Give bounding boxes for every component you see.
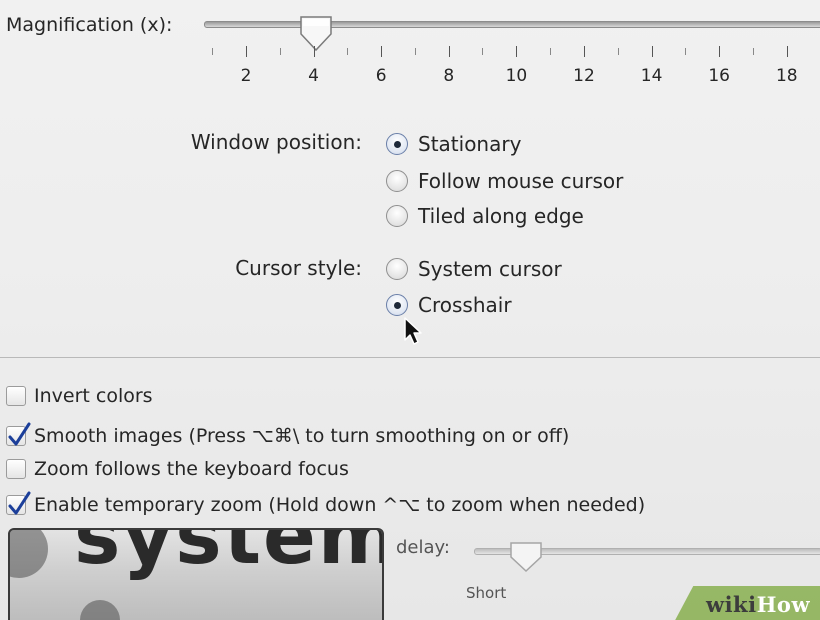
magnification-tick-label: 16 xyxy=(708,66,730,86)
arrow-pointer-icon xyxy=(404,317,422,345)
magnification-minor-tick xyxy=(617,48,619,55)
magnification-slider-thumb[interactable] xyxy=(298,14,334,54)
magnification-major-tick xyxy=(719,46,721,57)
radio-follow-mouse-cursor[interactable]: Follow mouse cursor xyxy=(386,166,623,196)
magnification-tick-label: 14 xyxy=(640,66,663,86)
radio-button-selected[interactable] xyxy=(386,294,408,316)
magnification-tick-label: 12 xyxy=(573,66,595,86)
wikihow-watermark: wikiHow xyxy=(706,592,810,617)
zoom-preview-pane: system xyxy=(8,528,384,620)
checkbox-enable-temporary-zoom[interactable]: Enable temporary zoom (Hold down ^⌥ to z… xyxy=(6,491,645,519)
magnification-tick-label: 6 xyxy=(375,66,387,86)
radio-label-stationary: Stationary xyxy=(418,132,522,156)
section-divider xyxy=(0,357,820,358)
magnification-major-tick xyxy=(246,46,247,57)
universal-access-zoom-options: ⠀ Magnification (x): 2 4 6 8 10 12 14 16 18 Wind… xyxy=(0,0,820,620)
radio-dot-icon xyxy=(394,141,401,148)
radio-button[interactable] xyxy=(386,170,408,192)
delay-label: delay: xyxy=(396,537,450,558)
magnification-tick-label: 18 xyxy=(775,66,798,86)
radio-label-follow-mouse-cursor: Follow mouse cursor xyxy=(418,169,624,193)
checkbox-zoom-follows-keyboard-focus[interactable]: Zoom follows the keyboard focus xyxy=(6,455,349,483)
magnification-major-tick xyxy=(516,46,518,57)
preview-blur-shape xyxy=(80,600,120,620)
magnification-major-tick xyxy=(584,46,585,57)
radio-button[interactable] xyxy=(386,205,408,227)
magnification-major-tick xyxy=(313,46,315,57)
checkbox-label-enable-temporary-zoom: Enable temporary zoom (Hold down ^⌥ to z… xyxy=(34,494,646,516)
preview-blur-shape xyxy=(10,530,48,578)
window-position-label: Window position: xyxy=(190,130,362,154)
radio-button-selected[interactable] xyxy=(386,133,408,155)
magnification-minor-tick xyxy=(685,48,687,55)
watermark-how: How xyxy=(756,592,811,617)
radio-label-tiled-along-edge: Tiled along edge xyxy=(418,204,584,228)
checkbox-box-checked[interactable] xyxy=(6,491,31,515)
radio-dot-icon xyxy=(394,302,401,309)
checkmark-icon xyxy=(8,422,31,446)
magnification-major-tick xyxy=(381,46,383,57)
magnification-label: Magnification (x): xyxy=(6,14,173,36)
radio-button[interactable] xyxy=(386,258,408,280)
watermark-wiki: wiki xyxy=(706,592,757,617)
ghost-tab-bar: ⠀ xyxy=(110,36,123,56)
magnification-major-tick xyxy=(448,46,450,57)
magnification-minor-tick xyxy=(212,48,213,55)
radio-label-crosshair: Crosshair xyxy=(418,293,512,317)
radio-label-system-cursor: System cursor xyxy=(418,257,562,281)
delay-min-label: Short xyxy=(466,584,507,602)
magnification-tick-label: 4 xyxy=(308,66,319,86)
cursor-style-label: Cursor style: xyxy=(235,256,362,280)
radio-tiled-along-edge[interactable]: Tiled along edge xyxy=(386,201,584,231)
checkbox-box[interactable] xyxy=(6,386,26,406)
magnification-tick-label: 2 xyxy=(240,66,252,86)
preview-magnified-text: system xyxy=(74,528,384,582)
checkmark-icon xyxy=(8,491,31,515)
checkbox-box[interactable] xyxy=(6,459,26,479)
checkbox-smooth-images[interactable]: Smooth images (Press ⌥⌘\ to turn smoothi… xyxy=(6,422,569,450)
magnification-major-tick xyxy=(651,46,653,57)
checkbox-label-invert-colors: Invert colors xyxy=(34,385,153,407)
magnification-slider-track[interactable] xyxy=(204,21,820,28)
magnification-minor-tick xyxy=(347,48,349,55)
magnification-minor-tick xyxy=(550,48,551,55)
magnification-minor-tick xyxy=(414,48,416,55)
checkbox-label-zoom-follows-keyboard-focus: Zoom follows the keyboard focus xyxy=(34,458,349,480)
magnification-tick-label: 10 xyxy=(505,66,528,86)
checkbox-label-smooth-images: Smooth images (Press ⌥⌘\ to turn smoothi… xyxy=(34,425,570,447)
magnification-minor-tick xyxy=(752,48,754,55)
magnification-minor-tick xyxy=(482,48,484,55)
radio-stationary[interactable]: Stationary xyxy=(386,129,521,159)
checkbox-invert-colors[interactable]: Invert colors xyxy=(6,382,153,410)
magnification-minor-tick xyxy=(279,48,281,55)
magnification-major-tick xyxy=(786,46,788,57)
checkbox-box-checked[interactable] xyxy=(6,422,31,446)
delay-slider-thumb[interactable] xyxy=(508,540,544,574)
radio-system-cursor[interactable]: System cursor xyxy=(386,254,562,284)
magnification-tick-label: 8 xyxy=(443,66,455,86)
